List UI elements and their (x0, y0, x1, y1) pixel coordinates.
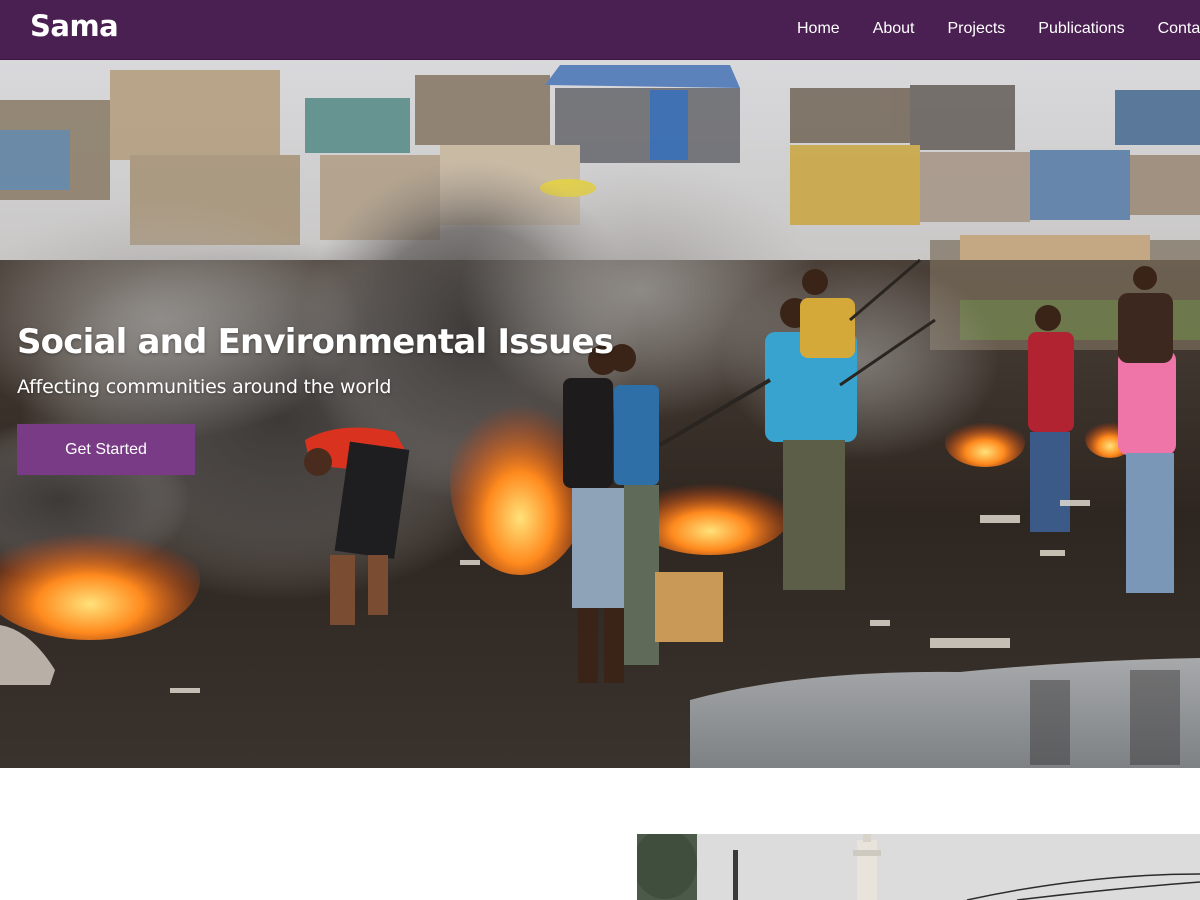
hero-subtitle: Affecting communities around the world (17, 376, 392, 398)
navbar: Sama Home About Projects Publications Co… (0, 0, 1200, 60)
nav-link-about[interactable]: About (873, 20, 915, 38)
brand-logo[interactable]: Sama (30, 9, 119, 43)
hero-section: Social and Environmental Issues Affectin… (0, 60, 1200, 768)
get-started-button[interactable]: Get Started (17, 424, 195, 475)
hero-background-image (0, 60, 1200, 768)
nav-link-home[interactable]: Home (797, 20, 840, 38)
section-image (637, 834, 1200, 900)
nav-link-publications[interactable]: Publications (1038, 20, 1124, 38)
nav-link-projects[interactable]: Projects (948, 20, 1006, 38)
hero-title: Social and Environmental Issues (17, 322, 614, 362)
next-section (0, 768, 1200, 900)
nav-menu: Home About Projects Publications Contact (797, 0, 1200, 58)
street-photo (637, 834, 1200, 900)
nav-link-contact[interactable]: Contact (1158, 20, 1200, 38)
